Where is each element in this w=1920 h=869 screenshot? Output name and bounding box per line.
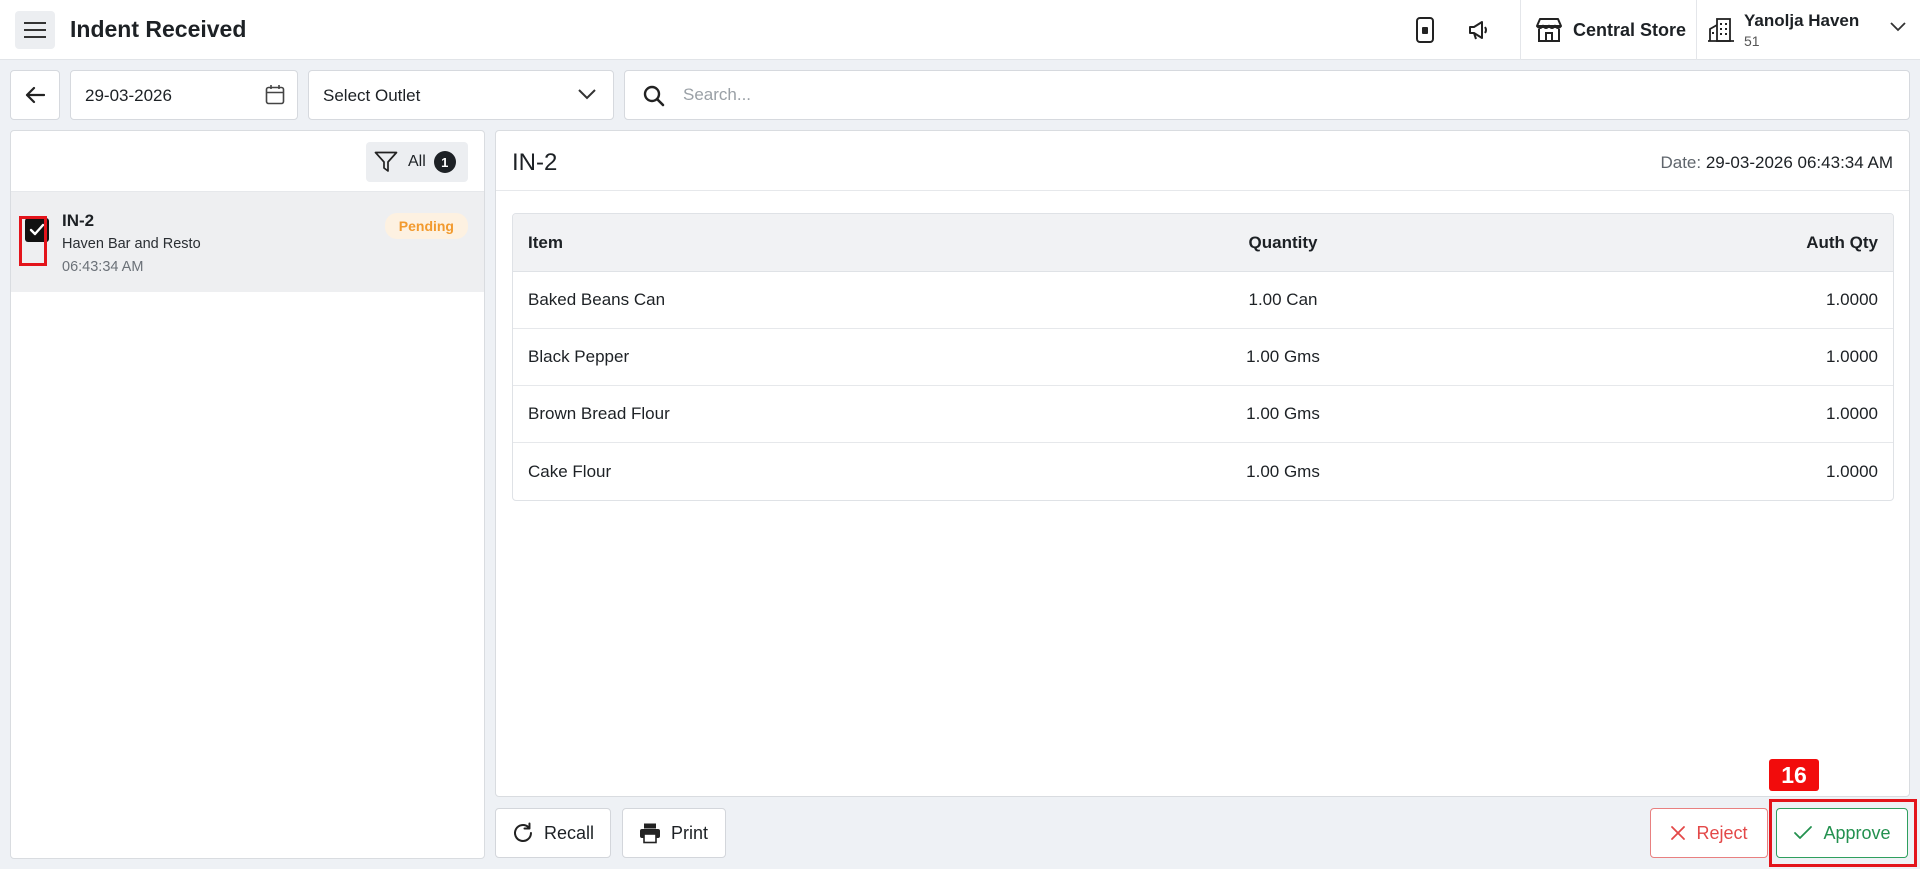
step-number-badge: 16 (1769, 759, 1819, 791)
building-icon (1708, 18, 1734, 42)
calendar-icon[interactable] (265, 84, 285, 106)
column-header-item: Item (513, 214, 1073, 272)
list-item-outlet: Haven Bar and Resto (62, 236, 201, 252)
property-code: 51 (1744, 33, 1760, 49)
search-input[interactable] (683, 80, 1883, 110)
chevron-down-icon (578, 89, 596, 100)
refresh-icon (514, 822, 532, 842)
header-divider (1520, 0, 1521, 60)
print-button[interactable]: Print (622, 808, 726, 858)
date-value: 29-03-2026 (85, 86, 172, 105)
checkbox-highlight-box (19, 216, 47, 266)
table-row: Brown Bread Flour 1.00 Gms 1.0000 (513, 386, 1893, 443)
cell-quantity: 1.00 Can (1073, 272, 1493, 329)
list-item[interactable]: IN-2 Haven Bar and Resto 06:43:34 AM Pen… (11, 192, 484, 292)
indent-detail-panel: IN-2 Date: 29-03-2026 06:43:34 AM Item Q… (495, 130, 1910, 797)
list-item-title: IN-2 (62, 211, 95, 230)
outlet-select[interactable]: Select Outlet (308, 70, 614, 120)
storefront-icon (1536, 18, 1562, 42)
indent-list-panel: All 1 IN-2 Haven Bar and Resto 06:43:34 … (10, 130, 485, 859)
status-badge: Pending (384, 213, 468, 239)
reject-label: Reject (1696, 822, 1748, 843)
search-icon (643, 85, 665, 107)
print-label: Print (671, 822, 709, 843)
chevron-down-icon (1890, 22, 1906, 32)
list-item-time: 06:43:34 AM (62, 259, 144, 275)
megaphone-icon (1469, 21, 1487, 40)
mobile-phone-icon (1416, 17, 1434, 43)
announcement-button[interactable] (1465, 16, 1493, 44)
items-table: Item Quantity Auth Qty Baked Beans Can 1… (512, 213, 1894, 501)
store-name: Central Store (1573, 19, 1687, 40)
detail-divider (496, 190, 1909, 191)
top-header: Indent Received Central Store Yanolja Ha… (0, 0, 1920, 60)
page-title: Indent Received (70, 16, 247, 42)
hamburger-menu-button[interactable] (15, 11, 55, 49)
column-header-quantity: Quantity (1073, 214, 1493, 272)
date-picker-field[interactable]: 29-03-2026 (70, 70, 298, 120)
cell-item: Brown Bread Flour (513, 386, 1073, 443)
table-row: Cake Flour 1.00 Gms 1.0000 (513, 443, 1893, 500)
outlet-value: Select Outlet (323, 86, 421, 105)
menu-icon (24, 22, 46, 38)
reject-button[interactable]: Reject (1650, 808, 1768, 858)
mobile-device-button[interactable] (1411, 16, 1439, 44)
recall-button[interactable]: Recall (495, 808, 611, 858)
filter-icon (374, 151, 398, 172)
filter-button[interactable]: All 1 (366, 142, 468, 182)
cell-item: Cake Flour (528, 461, 612, 481)
detail-title: IN-2 (512, 149, 558, 176)
detail-date-value: 29-03-2026 06:43:34 AM (1705, 153, 1893, 172)
store-switcher[interactable]: Central Store (1535, 0, 1686, 60)
printer-icon (640, 823, 660, 844)
detail-date-label: Date: (1660, 153, 1702, 172)
back-button[interactable] (10, 70, 60, 120)
cell-quantity: 1.00 Gms (1073, 329, 1493, 386)
search-box[interactable] (624, 70, 1910, 120)
cell-auth-qty: 1.0000 (1826, 461, 1878, 481)
header-divider (1696, 0, 1697, 60)
cell-auth-qty: 1.0000 (1493, 272, 1893, 329)
column-header-auth-qty: Auth Qty (1493, 214, 1893, 272)
table-row: Black Pepper 1.00 Gms 1.0000 (513, 329, 1893, 386)
cell-item: Black Pepper (513, 329, 1073, 386)
filter-count-badge: 1 (433, 151, 456, 173)
cell-item: Baked Beans Can (513, 272, 1073, 329)
table-header-row: Item Quantity Auth Qty (513, 214, 1893, 272)
cell-auth-qty: 1.0000 (1493, 386, 1893, 443)
close-icon (1671, 826, 1686, 840)
cell-quantity: 1.00 Gms (1246, 461, 1320, 481)
arrow-left-icon (25, 86, 45, 104)
recall-label: Recall (543, 822, 594, 843)
cell-quantity: 1.00 Gms (1073, 386, 1493, 443)
property-name: Yanolja Haven (1744, 11, 1860, 30)
property-switcher[interactable]: Yanolja Haven 51 (1708, 0, 1920, 60)
approve-highlight-box (1769, 799, 1917, 867)
cell-auth-qty: 1.0000 (1493, 329, 1893, 386)
filter-label: All (408, 153, 426, 170)
detail-date: Date: 29-03-2026 06:43:34 AM (1660, 153, 1893, 173)
table-row: Baked Beans Can 1.00 Can 1.0000 (513, 272, 1893, 329)
